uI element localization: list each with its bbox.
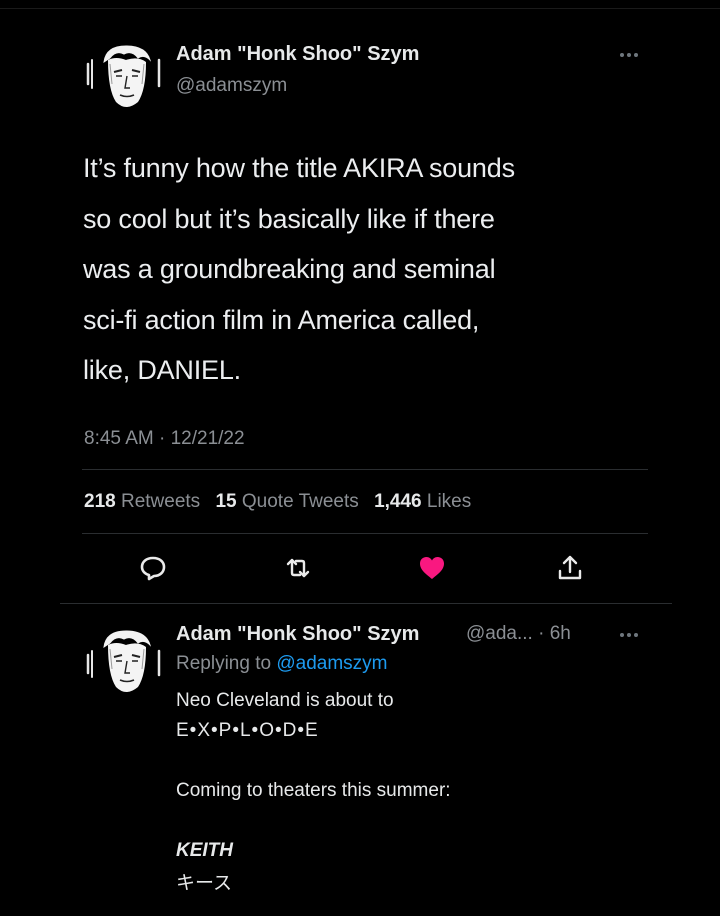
tweet-text-line: like, DANIEL. [83, 355, 241, 385]
reply-text-line: Neo Cleveland is about to [176, 690, 394, 711]
retweets-label: Retweets [120, 491, 201, 512]
likes-stat[interactable]: 1,446 Likes [374, 491, 471, 512]
reply-icon [140, 556, 166, 581]
quotes-label: Quote Tweets [241, 491, 359, 512]
reply-text-line: E•X•P•L•O•D•E [176, 720, 319, 741]
tweet-text-line: It’s funny how the title AKIRA sounds [83, 153, 515, 183]
tweet-text-line: sci-fi action film in America called, [83, 304, 480, 335]
reply-text-line: キース [176, 872, 233, 894]
retweets-stat[interactable]: 218 Retweets [84, 491, 200, 512]
reply-more-options-icon[interactable] [618, 630, 646, 640]
share-icon [558, 555, 582, 580]
engagement-stats: 218 Retweets 15 Quote Tweets 1,446 Likes [84, 491, 471, 513]
retweet-icon [286, 558, 310, 578]
quotes-stat[interactable]: 15 Quote Tweets [215, 491, 358, 512]
like-icon [420, 557, 444, 579]
retweets-count: 218 [84, 491, 116, 512]
replying-mention[interactable]: @adamszym [276, 653, 387, 674]
reply-text-line: KEITH [176, 840, 233, 861]
reply-author-name[interactable]: Adam "Honk Shoo" Szym [176, 623, 419, 646]
tweet-text: It’s funny how the title AKIRA sounds so… [83, 143, 643, 396]
tweet-text-line: so cool but it’s basically like if there [83, 203, 495, 234]
reply-avatar[interactable] [80, 625, 172, 699]
avatar[interactable] [80, 40, 172, 114]
likes-count: 1,446 [374, 491, 422, 512]
top-divider [0, 8, 720, 9]
likes-label: Likes [426, 491, 472, 512]
retweet-button[interactable] [281, 551, 315, 585]
author-name[interactable]: Adam "Honk Shoo" Szym [176, 43, 419, 66]
share-button[interactable] [553, 551, 587, 585]
divider [82, 469, 648, 470]
reply-text-line: Coming to theaters this summer: [176, 780, 451, 801]
tweet-timestamp[interactable]: 8:45 AM · 12/21/22 [84, 428, 245, 450]
more-options-icon[interactable] [618, 50, 646, 60]
screenshot-frame: Adam "Honk Shoo" Szym @adamszym It’s fun… [0, 0, 720, 916]
reply-button[interactable] [136, 551, 170, 585]
quotes-count: 15 [215, 491, 237, 512]
replying-to: Replying to @adamszym [176, 653, 388, 675]
tweet-text-line: was a groundbreaking and seminal [83, 254, 496, 284]
divider [82, 533, 648, 534]
author-handle[interactable]: @adamszym [176, 75, 287, 97]
replying-prefix: Replying to [176, 653, 272, 674]
like-button[interactable] [415, 551, 449, 585]
divider [60, 603, 672, 604]
reply-meta[interactable]: @ada... · 6h [466, 623, 571, 645]
